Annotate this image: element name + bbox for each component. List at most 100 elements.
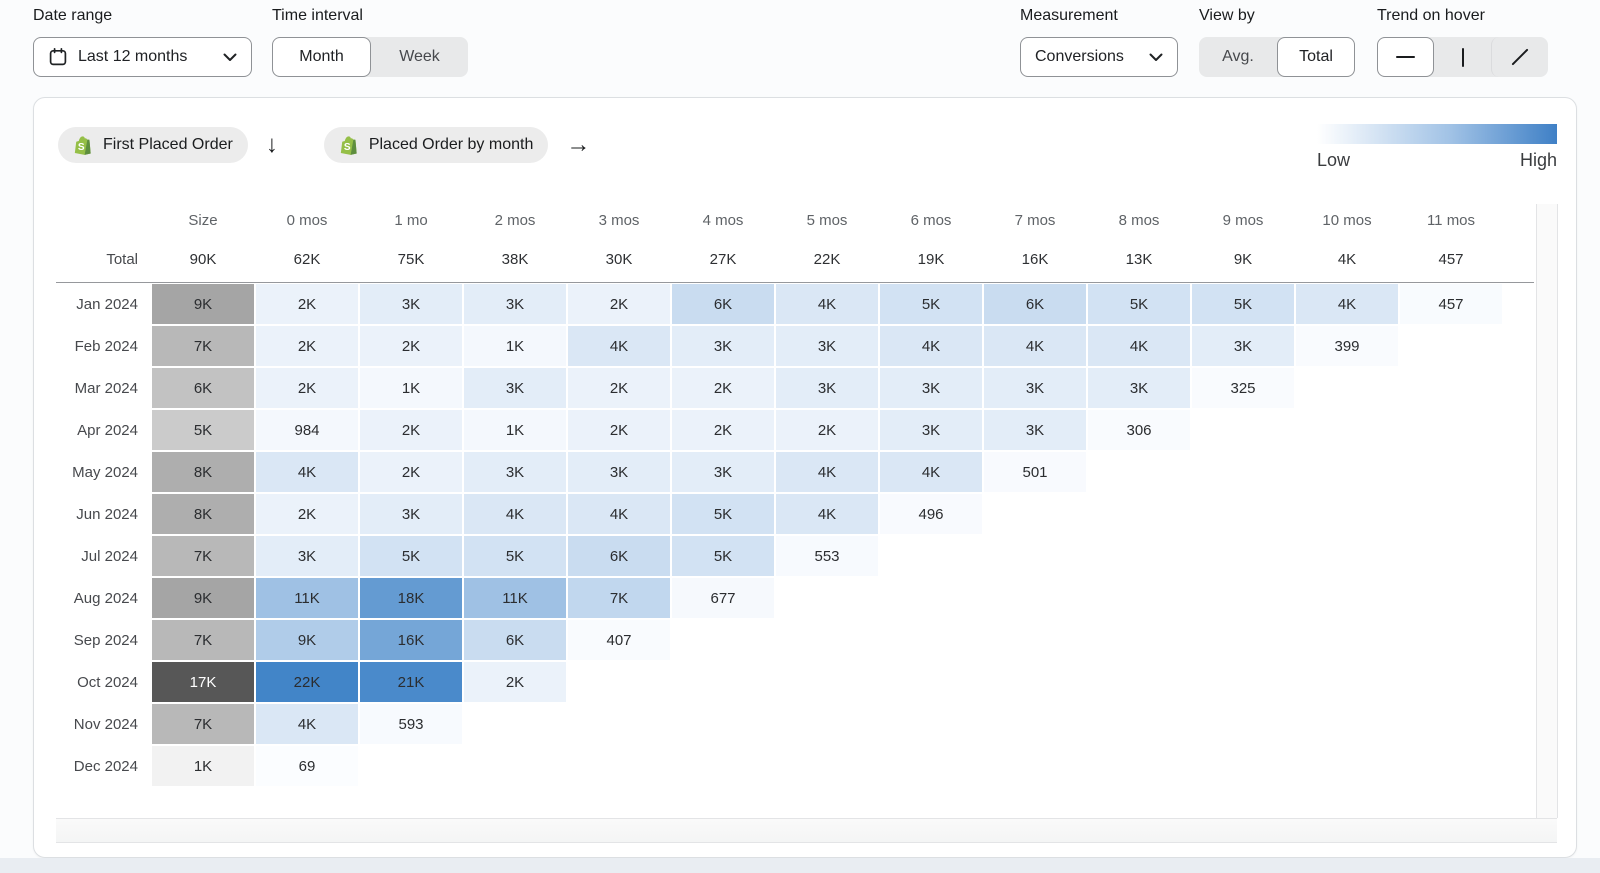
heatmap-cell[interactable]: 3K	[983, 367, 1087, 409]
tab-week[interactable]: Week	[371, 37, 468, 77]
heatmap-cell[interactable]: 7K	[567, 577, 671, 619]
heatmap-cell[interactable]: 3K	[671, 451, 775, 493]
heatmap-cell[interactable]: 3K	[879, 367, 983, 409]
heatmap-cell[interactable]: 9K	[255, 619, 359, 661]
heatmap-cell[interactable]: 4K	[255, 451, 359, 493]
heatmap-cell[interactable]: 4K	[1295, 283, 1399, 325]
heatmap-cell[interactable]: 1K	[463, 325, 567, 367]
heatmap-cell[interactable]: 3K	[879, 409, 983, 451]
heatmap-cell[interactable]: 2K	[671, 367, 775, 409]
heatmap-cell[interactable]: 407	[567, 619, 671, 661]
heatmap-cell[interactable]: 4K	[1087, 325, 1191, 367]
heatmap-cell[interactable]: 4K	[255, 703, 359, 745]
size-cell[interactable]: 7K	[151, 325, 255, 367]
heatmap-cell[interactable]: 3K	[463, 367, 567, 409]
heatmap-cell[interactable]: 306	[1087, 409, 1191, 451]
heatmap-cell[interactable]: 4K	[775, 283, 879, 325]
heatmap-cell[interactable]: 3K	[775, 325, 879, 367]
size-cell[interactable]: 5K	[151, 409, 255, 451]
heatmap-cell[interactable]: 2K	[567, 367, 671, 409]
vertical-scrollbar[interactable]	[1536, 204, 1558, 818]
heatmap-cell[interactable]: 4K	[463, 493, 567, 535]
heatmap-cell[interactable]: 3K	[255, 535, 359, 577]
heatmap-cell[interactable]: 2K	[359, 325, 463, 367]
heatmap-cell[interactable]: 5K	[1087, 283, 1191, 325]
heatmap-cell[interactable]: 5K	[879, 283, 983, 325]
heatmap-cell[interactable]: 3K	[775, 367, 879, 409]
heatmap-cell[interactable]: 2K	[567, 283, 671, 325]
heatmap-cell[interactable]: 1K	[359, 367, 463, 409]
heatmap-cell[interactable]: 2K	[567, 409, 671, 451]
heatmap-cell[interactable]: 4K	[879, 451, 983, 493]
heatmap-cell[interactable]: 2K	[671, 409, 775, 451]
size-cell[interactable]: 1K	[151, 745, 255, 787]
heatmap-cell[interactable]: 2K	[255, 493, 359, 535]
horizontal-scrollbar[interactable]	[56, 818, 1557, 843]
size-cell[interactable]: 6K	[151, 367, 255, 409]
heatmap-cell[interactable]: 1K	[463, 409, 567, 451]
size-cell[interactable]: 7K	[151, 535, 255, 577]
heatmap-cell[interactable]: 2K	[255, 325, 359, 367]
heatmap-cell[interactable]: 3K	[567, 451, 671, 493]
heatmap-cell[interactable]: 4K	[983, 325, 1087, 367]
heatmap-cell[interactable]: 69	[255, 745, 359, 787]
heatmap-cell[interactable]: 457	[1399, 283, 1503, 325]
size-cell[interactable]: 17K	[151, 661, 255, 703]
heatmap-cell[interactable]: 6K	[567, 535, 671, 577]
heatmap-cell[interactable]: 4K	[775, 451, 879, 493]
size-cell[interactable]: 7K	[151, 703, 255, 745]
heatmap-cell[interactable]: 21K	[359, 661, 463, 703]
heatmap-cell[interactable]: 496	[879, 493, 983, 535]
heatmap-cell[interactable]: 3K	[983, 409, 1087, 451]
heatmap-cell[interactable]: 22K	[255, 661, 359, 703]
tab-total[interactable]: Total	[1277, 37, 1355, 77]
heatmap-cell[interactable]: 6K	[671, 283, 775, 325]
heatmap-cell[interactable]: 2K	[463, 661, 567, 703]
heatmap-cell[interactable]: 4K	[879, 325, 983, 367]
heatmap-cell[interactable]: 2K	[359, 451, 463, 493]
heatmap-cell[interactable]: 399	[1295, 325, 1399, 367]
heatmap-cell[interactable]: 553	[775, 535, 879, 577]
heatmap-cell[interactable]: 3K	[463, 283, 567, 325]
heatmap-cell[interactable]: 3K	[671, 325, 775, 367]
heatmap-cell[interactable]: 2K	[255, 367, 359, 409]
heatmap-cell[interactable]: 5K	[671, 535, 775, 577]
heatmap-cell[interactable]: 18K	[359, 577, 463, 619]
size-cell[interactable]: 9K	[151, 283, 255, 325]
tab-avg[interactable]: Avg.	[1199, 37, 1277, 77]
heatmap-cell[interactable]: 6K	[463, 619, 567, 661]
heatmap-cell[interactable]: 3K	[463, 451, 567, 493]
heatmap-cell[interactable]: 3K	[359, 283, 463, 325]
heatmap-cell[interactable]: 5K	[359, 535, 463, 577]
heatmap-cell[interactable]: 4K	[567, 325, 671, 367]
heatmap-cell[interactable]: 4K	[775, 493, 879, 535]
heatmap-cell[interactable]: 677	[671, 577, 775, 619]
return-event-badge[interactable]: S Placed Order by month	[324, 127, 549, 163]
heatmap-cell[interactable]: 16K	[359, 619, 463, 661]
heatmap-cell[interactable]: 3K	[1087, 367, 1191, 409]
heatmap-cell[interactable]: 984	[255, 409, 359, 451]
trend-vertical-line-button[interactable]	[1434, 37, 1491, 77]
heatmap-cell[interactable]: 11K	[463, 577, 567, 619]
measurement-dropdown[interactable]: Conversions	[1020, 37, 1178, 77]
heatmap-cell[interactable]: 5K	[463, 535, 567, 577]
heatmap-cell[interactable]: 5K	[671, 493, 775, 535]
heatmap-cell[interactable]: 501	[983, 451, 1087, 493]
heatmap-cell[interactable]: 2K	[255, 283, 359, 325]
size-cell[interactable]: 9K	[151, 577, 255, 619]
date-range-button[interactable]: Last 12 months	[33, 37, 252, 77]
size-cell[interactable]: 8K	[151, 451, 255, 493]
heatmap-cell[interactable]: 2K	[359, 409, 463, 451]
heatmap-cell[interactable]: 11K	[255, 577, 359, 619]
heatmap-cell[interactable]: 3K	[359, 493, 463, 535]
heatmap-cell[interactable]: 4K	[567, 493, 671, 535]
trend-diagonal-line-button[interactable]	[1491, 37, 1548, 77]
heatmap-cell[interactable]: 325	[1191, 367, 1295, 409]
size-cell[interactable]: 8K	[151, 493, 255, 535]
first-event-badge[interactable]: S First Placed Order	[58, 127, 248, 163]
heatmap-cell[interactable]: 6K	[983, 283, 1087, 325]
trend-horizontal-line-button[interactable]	[1377, 37, 1434, 77]
heatmap-cell[interactable]: 2K	[775, 409, 879, 451]
heatmap-cell[interactable]: 5K	[1191, 283, 1295, 325]
size-cell[interactable]: 7K	[151, 619, 255, 661]
